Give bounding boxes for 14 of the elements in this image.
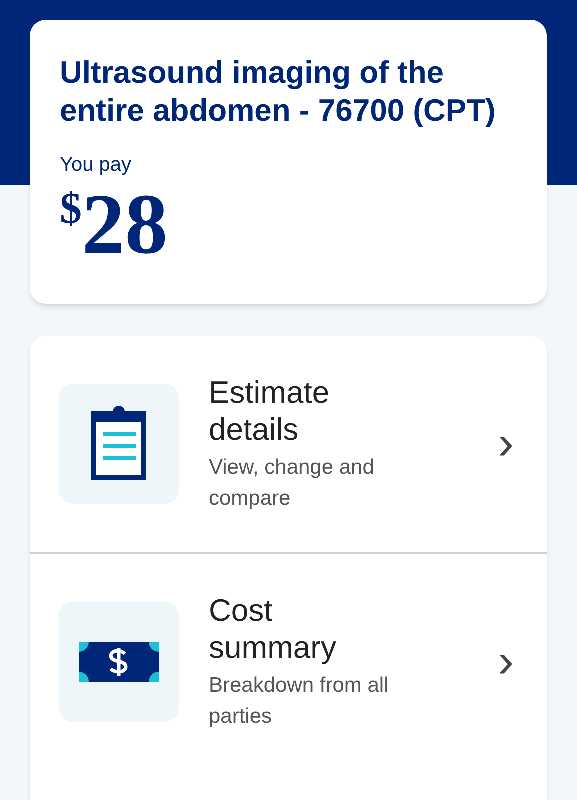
option-row[interactable]: Estimate details View, change and compare ›	[30, 336, 547, 552]
clipboard-icon	[91, 406, 147, 482]
procedure-title: Ultrasound imaging of the entire abdomen - 76700 (CPT)	[60, 54, 497, 130]
currency-symbol: $	[60, 184, 82, 234]
chevron-icon: ›	[498, 420, 514, 468]
price-amount: 28	[82, 184, 168, 264]
pay-label: You pay	[60, 153, 133, 178]
option-subtitle: View, change and compare	[209, 455, 376, 512]
option-title: Estimate details	[209, 374, 331, 448]
option-title: Cost summary	[209, 592, 338, 666]
chevron-icon: ›	[498, 638, 514, 686]
option-subtitle: Breakdown from all parties	[209, 673, 390, 730]
option-row[interactable]: Cost summary Breakdown from all parties ›	[30, 552, 547, 770]
banknote-icon	[79, 642, 159, 682]
